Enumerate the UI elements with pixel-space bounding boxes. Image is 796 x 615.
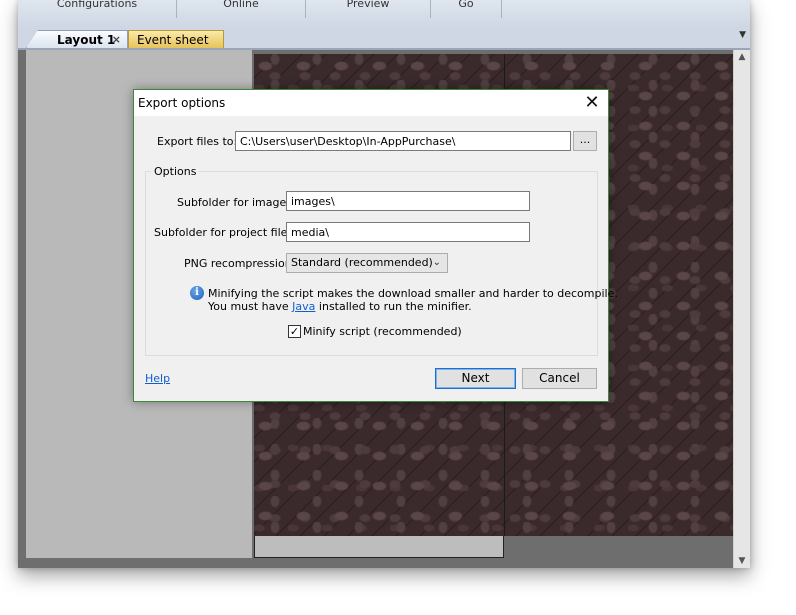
dialog-titlebar: Export options ✕: [134, 90, 608, 116]
vertical-scrollbar[interactable]: ▲ ▼: [733, 50, 750, 568]
minify-checkbox[interactable]: ✓: [288, 325, 301, 338]
options-legend: Options: [151, 165, 200, 178]
tab-layout-1[interactable]: Layout 1 ×: [26, 30, 128, 48]
ribbon-tab-online[interactable]: Online: [177, 0, 306, 18]
cancel-button[interactable]: Cancel: [522, 368, 597, 389]
export-options-dialog: Export options ✕ Export files to: ... Op…: [133, 89, 618, 402]
close-icon[interactable]: ✕: [576, 90, 608, 116]
tab-event-sheet-1[interactable]: Event sheet 1: [128, 30, 224, 65]
export-files-to-label: Export files to:: [157, 135, 238, 148]
tab-layout-1-label: Layout 1: [57, 33, 116, 47]
info-text-after: installed to run the minifier.: [315, 300, 472, 313]
canvas-bottom-strip: [254, 536, 504, 558]
chevron-down-icon: ⌄: [432, 257, 441, 268]
document-tabbar: Layout 1 × Event sheet 1 ▼: [18, 26, 750, 65]
info-icon: i: [190, 286, 204, 300]
scroll-up-icon[interactable]: ▲: [734, 52, 750, 62]
next-button[interactable]: Next: [435, 368, 516, 389]
png-recompression-label: PNG recompression:: [184, 257, 296, 270]
dialog-title: Export options: [138, 96, 226, 110]
close-icon[interactable]: ×: [112, 31, 121, 48]
subfolder-images-input[interactable]: [286, 191, 530, 211]
ribbon-strip: Configurations Online Preview Go: [18, 0, 750, 27]
chevron-down-icon[interactable]: ▼: [739, 30, 746, 40]
info-text-line2: You must have Java installed to run the …: [208, 300, 472, 313]
ribbon-tab-go[interactable]: Go: [431, 0, 502, 18]
export-path-input[interactable]: [235, 131, 571, 151]
ribbon-tab-preview[interactable]: Preview: [306, 0, 431, 18]
java-link[interactable]: Java: [292, 300, 315, 313]
png-recompression-select[interactable]: Standard (recommended) ⌄: [286, 253, 448, 273]
browse-button[interactable]: ...: [573, 131, 597, 151]
help-link[interactable]: Help: [145, 372, 170, 385]
info-text-line1: Minifying the script makes the download …: [208, 287, 618, 300]
scroll-down-icon[interactable]: ▼: [734, 556, 750, 566]
subfolder-project-label: Subfolder for project files:: [154, 226, 297, 239]
subfolder-images-label: Subfolder for images:: [177, 196, 296, 209]
minify-label[interactable]: Minify script (recommended): [303, 325, 462, 338]
info-text-before: You must have: [208, 300, 293, 313]
subfolder-project-input[interactable]: [286, 222, 530, 242]
png-recompression-value: Standard (recommended): [291, 256, 433, 269]
ribbon-tab-configurations[interactable]: Configurations: [18, 0, 177, 18]
